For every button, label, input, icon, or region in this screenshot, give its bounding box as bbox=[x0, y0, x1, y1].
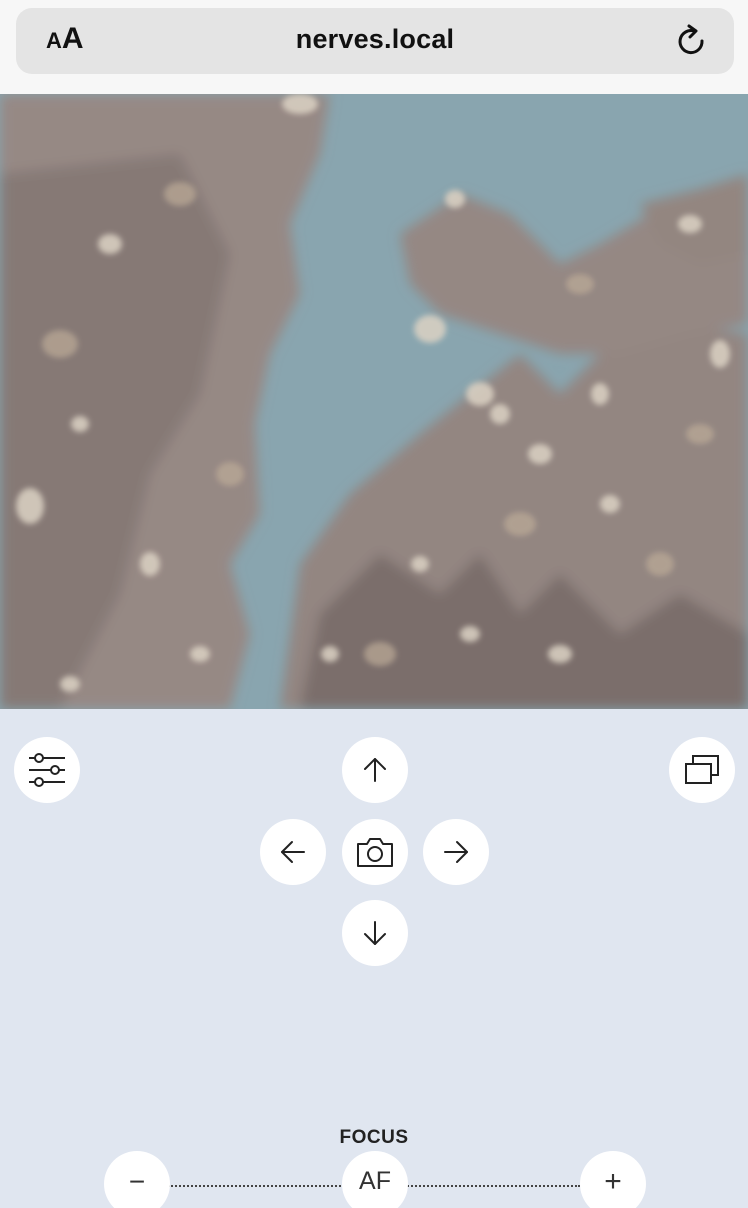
reload-icon[interactable] bbox=[674, 24, 710, 60]
autofocus-button[interactable]: AF bbox=[342, 1151, 408, 1208]
arrow-up-icon bbox=[361, 756, 389, 784]
settings-button[interactable] bbox=[14, 737, 80, 803]
focus-plus-button[interactable]: + bbox=[580, 1151, 646, 1208]
camera-icon bbox=[355, 835, 395, 869]
minus-icon: − bbox=[128, 1166, 146, 1197]
plus-icon: + bbox=[604, 1165, 622, 1198]
url-text[interactable]: nerves.local bbox=[16, 24, 734, 55]
windows-icon bbox=[683, 753, 721, 787]
pan-up-button[interactable] bbox=[342, 737, 408, 803]
arrow-left-icon bbox=[279, 838, 307, 866]
sliders-icon bbox=[27, 750, 67, 790]
pan-left-button[interactable] bbox=[260, 819, 326, 885]
browser-toolbar: AA nerves.local bbox=[0, 0, 748, 94]
arrow-down-icon bbox=[361, 919, 389, 947]
windows-button[interactable] bbox=[669, 737, 735, 803]
address-bar[interactable]: AA nerves.local bbox=[16, 8, 734, 74]
autofocus-label: AF bbox=[359, 1166, 391, 1195]
controls-panel: FOCUS − AF + bbox=[0, 709, 748, 1208]
pan-down-button[interactable] bbox=[342, 900, 408, 966]
page: AA nerves.local FOCUS − AF + bbox=[0, 0, 748, 1208]
pan-right-button[interactable] bbox=[423, 819, 489, 885]
camera-stream-image bbox=[0, 94, 748, 709]
arrow-right-icon bbox=[442, 838, 470, 866]
capture-button[interactable] bbox=[342, 819, 408, 885]
focus-minus-button[interactable]: − bbox=[104, 1151, 170, 1208]
focus-label: FOCUS bbox=[339, 1127, 409, 1148]
